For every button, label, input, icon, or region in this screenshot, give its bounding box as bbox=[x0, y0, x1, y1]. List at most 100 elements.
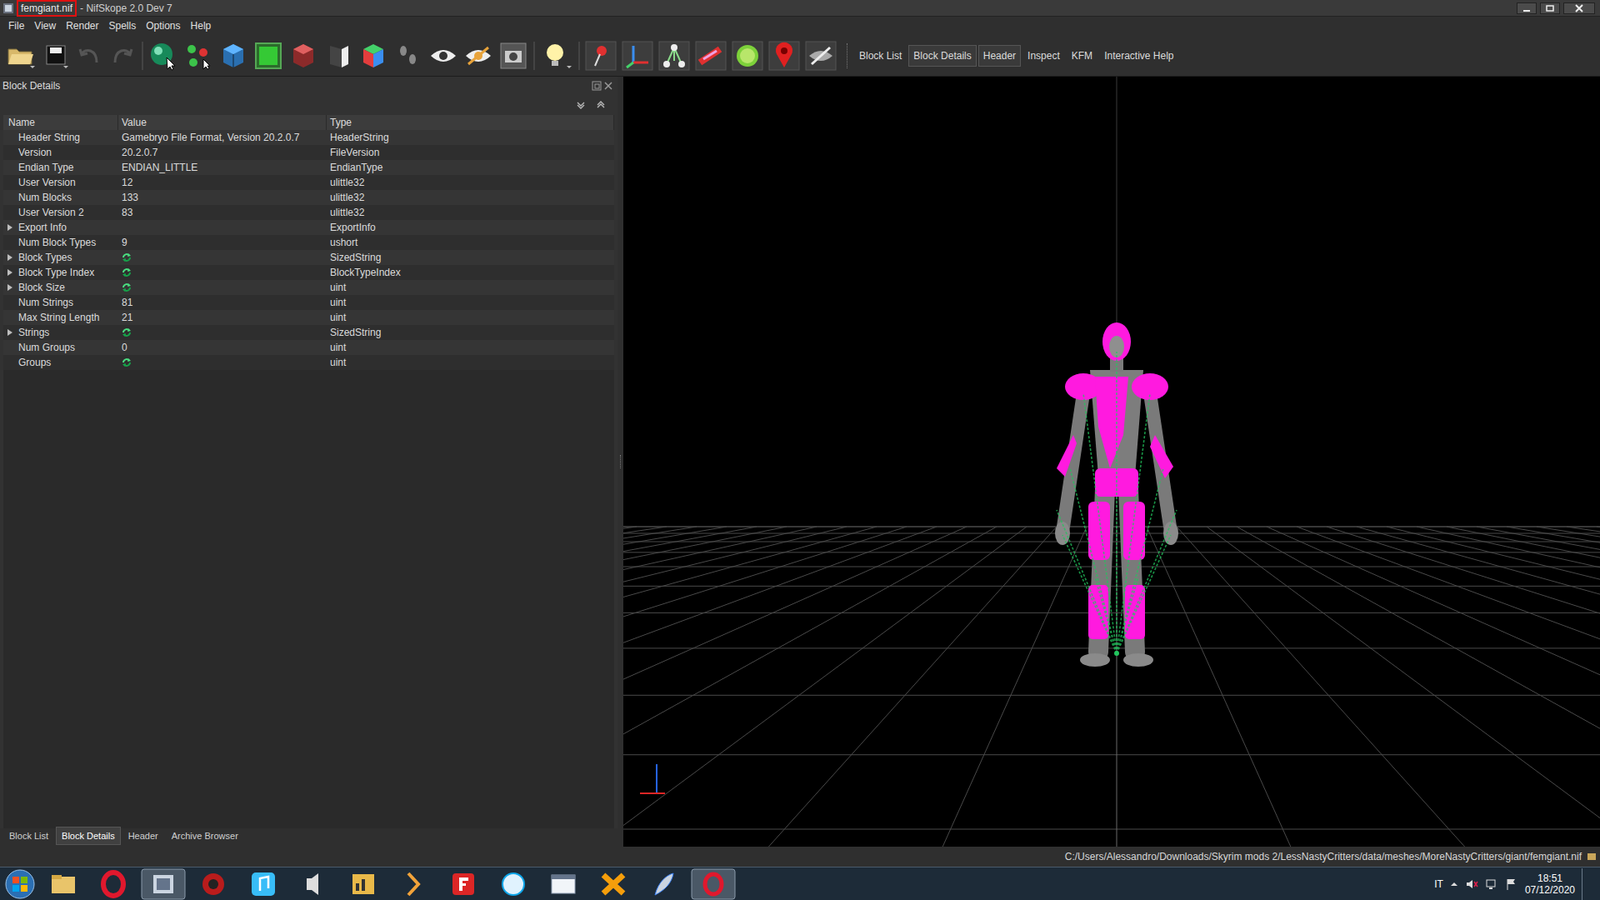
field-value[interactable]: 0 bbox=[121, 340, 128, 355]
dock-tab[interactable]: Header bbox=[122, 826, 165, 846]
3d-viewport[interactable] bbox=[623, 76, 1600, 847]
minimize-icon[interactable] bbox=[1516, 2, 1537, 15]
field-row[interactable]: User Version12ulittle32 bbox=[3, 175, 615, 190]
dock-toggle-button[interactable]: Interactive Help bbox=[1099, 45, 1179, 67]
field-row[interactable]: Num Block Types9ushort bbox=[3, 235, 615, 250]
expander[interactable] bbox=[6, 268, 19, 277]
close-icon[interactable] bbox=[1563, 2, 1595, 15]
decoder-icon[interactable] bbox=[490, 868, 537, 900]
dock-toggle-button[interactable]: Block List bbox=[854, 45, 907, 67]
start-icon[interactable] bbox=[3, 868, 37, 900]
expand-all-icon[interactable] bbox=[575, 100, 586, 110]
dock-tab[interactable]: Archive Browser bbox=[165, 826, 245, 846]
expander[interactable] bbox=[6, 283, 19, 292]
field-row[interactable]: Max String Length21uint bbox=[3, 310, 615, 325]
field-value[interactable]: 12 bbox=[121, 175, 133, 190]
expand-arrow-icon[interactable] bbox=[6, 283, 14, 292]
clock-date[interactable]: 07/12/2020 bbox=[1525, 884, 1575, 896]
expand-arrow-icon[interactable] bbox=[6, 223, 14, 232]
expander[interactable] bbox=[6, 328, 19, 337]
expand-arrow-icon[interactable] bbox=[6, 268, 14, 277]
dock-toggle-button[interactable]: Header bbox=[978, 45, 1021, 67]
grid-toggle-icon[interactable] bbox=[731, 40, 764, 71]
eye-hidden-icon[interactable] bbox=[463, 40, 494, 71]
axes-icon[interactable] bbox=[621, 40, 654, 71]
menu-item[interactable]: Render bbox=[60, 18, 104, 34]
chart-app-icon[interactable] bbox=[340, 868, 387, 900]
field-row[interactable]: StringsSizedString bbox=[3, 325, 615, 340]
opera-active-icon[interactable] bbox=[690, 868, 737, 900]
float-icon[interactable] bbox=[591, 80, 602, 91]
footsteps-icon[interactable] bbox=[393, 40, 424, 71]
eye-icon[interactable] bbox=[428, 40, 459, 71]
window-app-icon[interactable] bbox=[540, 868, 587, 900]
field-row[interactable]: Export InfoExportInfo bbox=[3, 220, 615, 235]
column-header[interactable]: Name bbox=[3, 115, 119, 130]
dock-toggle-button[interactable]: KFM bbox=[1066, 45, 1098, 67]
visibility-icon[interactable] bbox=[805, 40, 837, 71]
dock-toggle-button[interactable]: Block Details bbox=[908, 45, 976, 67]
restore-icon[interactable] bbox=[1540, 2, 1560, 15]
collapse-all-icon[interactable] bbox=[595, 100, 606, 110]
dock-tab[interactable]: Block Details bbox=[55, 826, 121, 846]
field-value[interactable]: 9 bbox=[121, 235, 128, 250]
field-row[interactable]: User Version 283ulittle32 bbox=[3, 205, 615, 220]
network-icon[interactable] bbox=[1485, 877, 1499, 891]
red-app-icon[interactable] bbox=[440, 868, 487, 900]
marker-icon[interactable] bbox=[768, 40, 800, 71]
field-row[interactable]: Num Strings81uint bbox=[3, 295, 615, 310]
field-value[interactable]: Gamebryo File Format, Version 20.2.0.7 bbox=[121, 130, 300, 145]
opera-icon[interactable] bbox=[90, 868, 137, 900]
texture-icon[interactable] bbox=[323, 40, 354, 71]
menu-item[interactable]: Help bbox=[185, 18, 217, 34]
music-icon[interactable] bbox=[240, 868, 287, 900]
dock-tab[interactable]: Block List bbox=[3, 826, 55, 846]
array-refresh-icon[interactable] bbox=[121, 357, 132, 368]
expand-arrow-icon[interactable] bbox=[6, 253, 14, 262]
cube-icon[interactable] bbox=[218, 40, 249, 71]
wireframe-icon[interactable] bbox=[253, 40, 284, 71]
nifskope-icon[interactable] bbox=[140, 868, 187, 900]
field-value[interactable]: 20.2.0.7 bbox=[121, 145, 158, 160]
field-row[interactable]: Endian TypeENDIAN_LITTLEEndianType bbox=[3, 160, 615, 175]
app-icon[interactable] bbox=[190, 868, 237, 900]
audio-icon[interactable] bbox=[290, 868, 337, 900]
select-nodes-icon[interactable] bbox=[183, 40, 214, 71]
open-icon[interactable] bbox=[5, 40, 37, 71]
field-value[interactable]: 21 bbox=[121, 310, 133, 325]
splitter[interactable] bbox=[617, 76, 624, 847]
save-icon[interactable] bbox=[41, 40, 70, 71]
tray-arrow-icon[interactable] bbox=[1450, 880, 1459, 889]
explorer-icon[interactable] bbox=[40, 868, 87, 900]
field-value[interactable]: 83 bbox=[121, 205, 133, 220]
close-icon[interactable] bbox=[603, 80, 614, 91]
field-row[interactable]: Block Type IndexBlockTypeIndex bbox=[3, 265, 615, 280]
array-refresh-icon[interactable] bbox=[121, 267, 132, 278]
cross-app-icon[interactable] bbox=[590, 868, 637, 900]
array-refresh-icon[interactable] bbox=[121, 252, 132, 263]
expand-arrow-icon[interactable] bbox=[6, 328, 14, 337]
field-row[interactable]: Version20.2.0.7FileVersion bbox=[3, 145, 615, 160]
menu-item[interactable]: File bbox=[3, 18, 30, 34]
flag-icon[interactable] bbox=[1505, 877, 1519, 891]
size-grip-icon[interactable] bbox=[1586, 851, 1597, 862]
language-indicator[interactable]: IT bbox=[1434, 876, 1444, 892]
arrow-app-icon[interactable] bbox=[390, 868, 437, 900]
menu-item[interactable]: Options bbox=[140, 18, 185, 34]
show-desktop[interactable] bbox=[1581, 868, 1592, 900]
column-header[interactable]: Value bbox=[118, 115, 327, 130]
field-row[interactable]: Num Blocks133ulittle32 bbox=[3, 190, 615, 205]
field-row[interactable]: Num Groups0uint bbox=[3, 340, 615, 355]
feather-icon[interactable] bbox=[640, 868, 687, 900]
field-value[interactable]: 81 bbox=[121, 295, 133, 310]
field-value[interactable]: 133 bbox=[121, 190, 139, 205]
field-row[interactable]: Header StringGamebryo File Format, Versi… bbox=[3, 130, 615, 145]
array-refresh-icon[interactable] bbox=[121, 282, 132, 293]
pin-icon[interactable] bbox=[585, 40, 617, 71]
menu-item[interactable]: Spells bbox=[104, 18, 142, 34]
red-cube-icon[interactable] bbox=[288, 40, 319, 71]
array-refresh-icon[interactable] bbox=[121, 327, 132, 338]
dock-toggle-button[interactable]: Inspect bbox=[1022, 45, 1065, 67]
field-row[interactable]: Groupsuint bbox=[3, 355, 615, 370]
lighting-icon[interactable] bbox=[540, 40, 574, 71]
